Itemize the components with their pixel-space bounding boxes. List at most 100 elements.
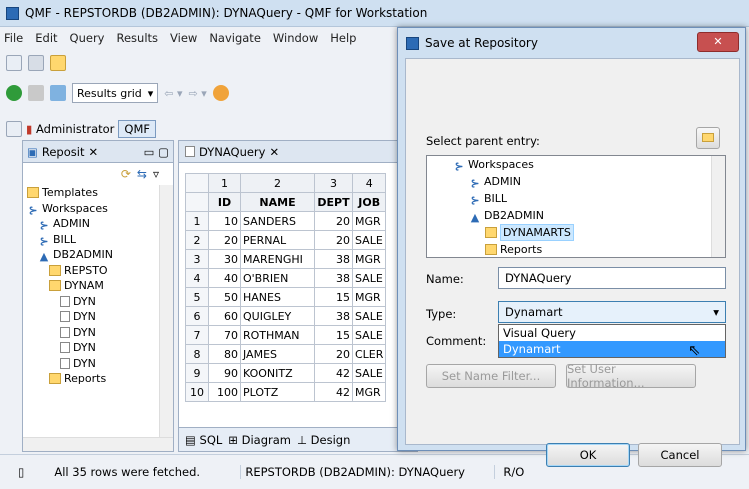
- table-cell: MGR: [351, 249, 387, 269]
- table-row[interactable]: 7 70 ROTHMAN 15 SALE: [185, 325, 387, 345]
- tree-item[interactable]: Reports: [23, 371, 173, 387]
- row-number: 8: [185, 344, 209, 364]
- menu-view[interactable]: View: [170, 31, 197, 45]
- tree-item[interactable]: DYN: [23, 325, 173, 341]
- table-cell: SALE: [351, 268, 387, 288]
- name-field[interactable]: DYNAQuery: [498, 267, 726, 289]
- editor-tab[interactable]: DYNAQuery ✕: [179, 141, 417, 163]
- close-icon[interactable]: ✕: [88, 145, 98, 159]
- link-icon[interactable]: ⟳: [121, 167, 131, 181]
- parent-tree-item[interactable]: Reports: [427, 241, 725, 257]
- tree-item[interactable]: ▲ DB2ADMIN: [23, 247, 173, 263]
- column-header[interactable]: ID: [208, 192, 241, 212]
- tree-item[interactable]: DYNAM: [23, 278, 173, 294]
- corner-cell: [185, 173, 209, 193]
- vertical-scrollbar[interactable]: [159, 185, 173, 441]
- tree-item-label: Reports: [500, 242, 543, 256]
- tree-item-label: DYNAM: [64, 279, 104, 292]
- tree-item[interactable]: REPSTO: [23, 263, 173, 279]
- palette-icon[interactable]: [212, 85, 229, 101]
- tree-item[interactable]: ⊱ BILL: [23, 232, 173, 248]
- new-folder-button[interactable]: [696, 127, 720, 149]
- close-icon[interactable]: ✕: [269, 145, 279, 159]
- column-header[interactable]: NAME: [240, 192, 315, 212]
- set-name-filter-button[interactable]: Set Name Filter...: [426, 364, 556, 388]
- close-button[interactable]: ✕: [697, 32, 739, 52]
- grid-icon[interactable]: [50, 85, 66, 101]
- repository-tab[interactable]: ▣ Reposit ✕ ▭ ▢: [23, 141, 173, 163]
- parent-tree-item[interactable]: ⊱ ADMIN: [427, 173, 725, 190]
- view-menu-icon[interactable]: ▿: [153, 167, 159, 181]
- title-bar: QMF - REPSTORDB (DB2ADMIN): DYNAQuery - …: [0, 0, 749, 27]
- open-folder-icon[interactable]: [50, 55, 66, 71]
- option-visual-query[interactable]: Visual Query: [499, 325, 725, 341]
- table-row[interactable]: 4 40 O'BRIEN 38 SALE: [185, 268, 387, 288]
- collapse-icon[interactable]: ⇆: [137, 167, 147, 181]
- tree-scrollbar[interactable]: [711, 156, 725, 257]
- save-icon[interactable]: [28, 55, 44, 71]
- column-header[interactable]: JOB: [351, 192, 387, 212]
- repository-panel: ▣ Reposit ✕ ▭ ▢ ⟳ ⇆ ▿ Templates ⊱ Workspac…: [22, 140, 174, 452]
- parent-tree-item[interactable]: ⊱ Workspaces: [427, 156, 725, 173]
- table-cell: 20: [314, 230, 353, 250]
- table-row[interactable]: 10 100 PLOTZ 42 MGR: [185, 382, 387, 402]
- parent-tree-item[interactable]: ▲ DB2ADMIN: [427, 207, 725, 224]
- menu-help[interactable]: Help: [330, 31, 356, 45]
- table-row[interactable]: 5 50 HANES 15 MGR: [185, 287, 387, 307]
- menu-edit[interactable]: Edit: [35, 31, 57, 45]
- tree-item[interactable]: ⊱ Workspaces: [23, 201, 173, 217]
- table-row[interactable]: 9 90 KOONITZ 42 SALE: [185, 363, 387, 383]
- table-cell: PERNAL: [240, 230, 315, 250]
- tab-design[interactable]: ⊥ Design: [297, 433, 350, 447]
- menu-results[interactable]: Results: [116, 31, 158, 45]
- menu-navigate[interactable]: Navigate: [209, 31, 261, 45]
- sql-icon: ▤: [185, 432, 196, 447]
- toolbar-file: [0, 50, 66, 76]
- parent-tree-item[interactable]: DYNAMARTS: [427, 223, 725, 242]
- table-cell: 60: [208, 306, 241, 326]
- type-select[interactable]: Dynamart ▾: [498, 301, 726, 323]
- new-icon[interactable]: [6, 55, 22, 71]
- column-header[interactable]: DEPT: [314, 192, 353, 212]
- set-user-information-button[interactable]: Set User Information...: [566, 362, 696, 390]
- table-cell: 42: [314, 363, 353, 383]
- save-at-repository-dialog: Save at Repository ✕ Select parent entry…: [397, 27, 746, 467]
- cancel-button[interactable]: Cancel: [638, 443, 722, 467]
- status-connection: REPSTORDB (DB2ADMIN): DYNAQuery: [240, 465, 494, 479]
- tab-diagram[interactable]: ⊞ Diagram: [228, 433, 291, 447]
- run-icon[interactable]: [6, 85, 22, 101]
- menu-file[interactable]: File: [4, 31, 23, 45]
- tree-item[interactable]: Templates: [23, 185, 173, 201]
- table-row[interactable]: 6 60 QUIGLEY 38 SALE: [185, 306, 387, 326]
- parent-tree-item[interactable]: ⊱ BILL: [427, 190, 725, 207]
- table-row[interactable]: 1 10 SANDERS 20 MGR: [185, 211, 387, 231]
- minimize-maximize-icons[interactable]: ▭ ▢: [144, 145, 173, 159]
- table-cell: JAMES: [240, 344, 315, 364]
- tree-item-label: ADMIN: [484, 174, 521, 188]
- tree-item[interactable]: DYN: [23, 340, 173, 356]
- table-row[interactable]: 8 80 JAMES 20 CLER: [185, 344, 387, 364]
- table-cell: SALE: [351, 306, 387, 326]
- horizontal-scrollbar[interactable]: [23, 437, 173, 451]
- tree-item[interactable]: DYN: [23, 294, 173, 310]
- doc-icon: [60, 357, 70, 369]
- forward-arrow-icon[interactable]: ⇨ ▾: [189, 87, 207, 100]
- perspective-administrator[interactable]: ▮ Administrator: [26, 122, 114, 136]
- ok-button[interactable]: OK: [546, 443, 630, 467]
- stop-icon[interactable]: [28, 85, 44, 101]
- tree-item[interactable]: DYN: [23, 356, 173, 372]
- table-cell: CLER: [351, 344, 387, 364]
- back-arrow-icon[interactable]: ⇦ ▾: [164, 87, 182, 100]
- workspace-icon: ⊱: [28, 203, 38, 217]
- tree-item[interactable]: ⊱ ADMIN: [23, 216, 173, 232]
- menu-query[interactable]: Query: [70, 31, 105, 45]
- tab-sql[interactable]: ▤ SQL: [185, 433, 222, 447]
- table-row[interactable]: 2 20 PERNAL 20 SALE: [185, 230, 387, 250]
- perspective-qmf[interactable]: QMF: [118, 120, 156, 138]
- results-mode-select[interactable]: Results grid ▾: [72, 83, 159, 103]
- open-perspective-icon[interactable]: [6, 121, 22, 137]
- table-row[interactable]: 3 30 MARENGHI 38 MGR: [185, 249, 387, 269]
- tree-item[interactable]: DYN: [23, 309, 173, 325]
- menu-window[interactable]: Window: [273, 31, 318, 45]
- header-row: ID NAME DEPT JOB: [185, 192, 387, 212]
